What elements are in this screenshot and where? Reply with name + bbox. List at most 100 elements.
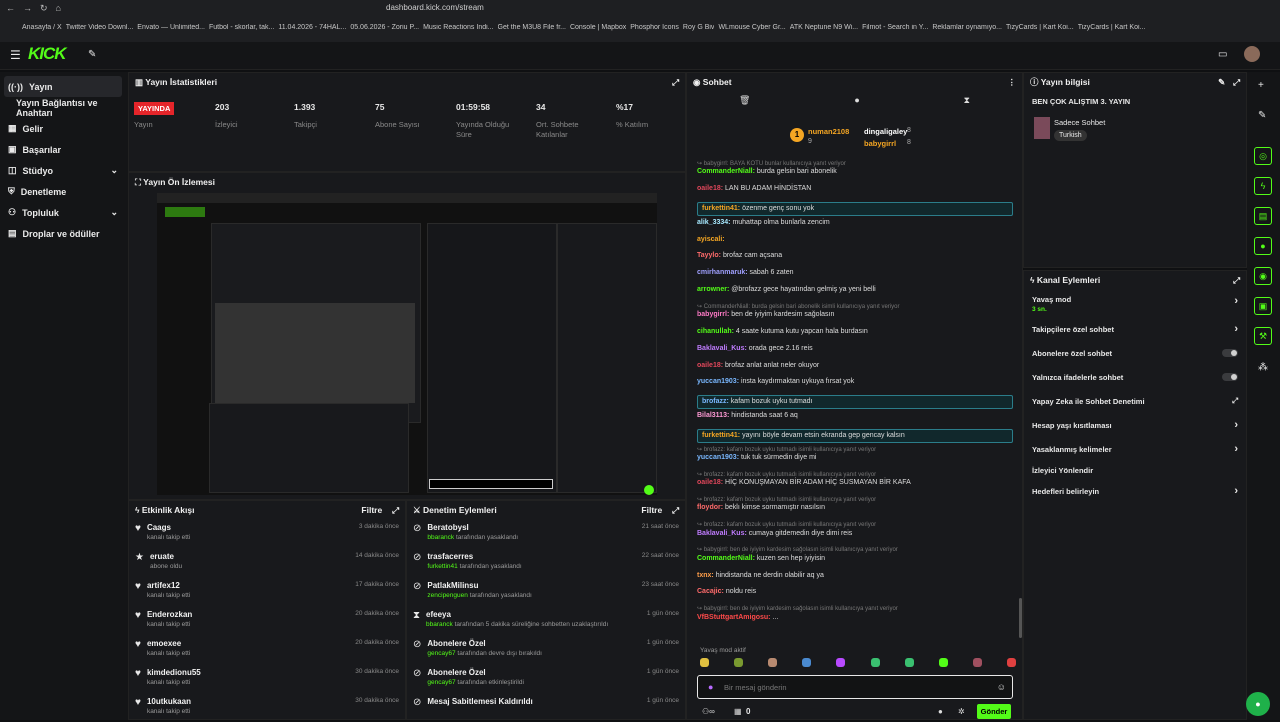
account-age-row[interactable]: Hesap yaşı kısıtlaması › <box>1024 413 1246 437</box>
chat-username[interactable]: furkettin41: <box>702 205 740 212</box>
bookmark-item[interactable]: Get the M3U8 File fr... <box>498 24 566 31</box>
bookmark-item[interactable]: Music Reactions Indi... <box>423 24 493 31</box>
chat-message[interactable]: oaile18: LAN BU ADAM HİNDİSTAN <box>697 185 811 192</box>
chat-username[interactable]: brofazz: <box>702 398 729 405</box>
chat-input[interactable]: Bir mesaj gönderin <box>724 683 787 692</box>
chat-username[interactable]: oaile18: <box>697 362 723 369</box>
moderation-target[interactable]: Beratobysl <box>427 523 518 532</box>
chat-username[interactable]: oaile18: <box>697 479 723 486</box>
chat-scrollbar[interactable] <box>1019 598 1022 638</box>
bookmark-item[interactable]: Phosphor Icons <box>630 24 679 31</box>
bookmark-item[interactable]: Filmot - Search in Y... <box>862 24 928 31</box>
chat-message[interactable]: yuccan1903: insta kaydırmaktan uykuya fı… <box>697 378 854 385</box>
rail-document-button[interactable]: ▤ <box>1254 207 1272 225</box>
nodes-icon[interactable]: ⁂ <box>1258 362 1268 373</box>
moderation-target[interactable]: Mesaj Sabitlemesi Kaldırıldı <box>427 697 532 706</box>
emote-icon[interactable] <box>904 658 914 667</box>
chat-message[interactable]: oaile18: brofaz anlat anlat neler okuyor <box>697 362 819 369</box>
chat-reply-context[interactable]: ↪ brofazz: kafam bozuk uyku tutmadı isim… <box>697 446 876 453</box>
address-bar[interactable]: dashboard.kick.com/stream <box>386 3 484 12</box>
gear-icon[interactable]: ✲ <box>958 707 965 716</box>
chat-username[interactable]: CommanderNiall: <box>697 168 755 175</box>
mic-icon[interactable]: ● <box>708 682 713 692</box>
bookmark-item[interactable]: TizyCards | Kart Koi... <box>1006 24 1074 31</box>
followers-only-row[interactable]: Takipçilere özel sohbet › <box>1024 317 1246 341</box>
activity-user[interactable]: eruate <box>150 552 182 561</box>
expand-icon[interactable]: ⤢ <box>392 505 399 515</box>
chat-reply-context[interactable]: ↪ brofazz: kafam bozuk uyku tutmadı isim… <box>697 496 876 503</box>
users-icon[interactable]: ⚇∞ <box>702 707 715 716</box>
expand-icon[interactable]: ⤢ <box>672 77 679 88</box>
reload-icon[interactable]: ↻ <box>40 3 48 14</box>
chat-reply-context[interactable]: ↪ babygirrl: BAYA KOTU bunlar kullanıcıy… <box>697 160 846 167</box>
stream-preview-video[interactable] <box>157 193 657 495</box>
activity-user[interactable]: Enderozkan <box>147 610 192 619</box>
filter-button[interactable]: Filtre <box>361 505 382 515</box>
chat-username[interactable]: VfBStuttgartAmigosu: <box>697 614 771 621</box>
moderation-actor[interactable]: furkettin41 <box>427 563 457 570</box>
chat-message[interactable]: txnx: hindistanda ne derdin olabilir aq … <box>697 572 824 579</box>
avatar[interactable] <box>1244 46 1260 62</box>
chat-username[interactable]: Tayylo: <box>697 252 721 259</box>
chat-message[interactable]: arrowner: @brofazz gece hayatından gelmi… <box>697 286 876 293</box>
rail-camera-button[interactable]: ◎ <box>1254 147 1272 165</box>
chat-message[interactable]: Tayylo: brofaz cam açsana <box>697 252 782 259</box>
chat-message[interactable]: Bilal3113: hindistanda saat 6 aq <box>697 412 798 419</box>
category-name[interactable]: Sadece Sohbet <box>1054 118 1105 127</box>
hourglass-icon[interactable]: ⧗ <box>964 95 970 106</box>
rail-tools-button[interactable]: ⚒ <box>1254 327 1272 345</box>
chat-message[interactable]: Baklavali_Kus: orada gece 2.16 reis <box>697 345 813 352</box>
chat-username[interactable]: arrowner: <box>697 286 729 293</box>
chat-reply-context[interactable]: ↪ babygirrl: ben de iyiyim kardesim sağo… <box>697 546 898 553</box>
moderation-target[interactable]: Abonelere Özel <box>427 668 524 677</box>
support-chat-icon[interactable]: ● <box>1246 692 1270 716</box>
tag-chip[interactable]: Turkish <box>1054 130 1087 141</box>
chat-username[interactable]: furkettin41: <box>702 432 740 439</box>
chat-username[interactable]: cmirhanmaruk: <box>697 269 748 276</box>
bookmark-item[interactable]: Console | Mapbox <box>570 24 626 31</box>
home-icon[interactable]: ⌂ <box>56 3 61 13</box>
send-button[interactable]: Gönder <box>977 704 1011 719</box>
activity-user[interactable]: Caags <box>147 523 190 532</box>
moderation-actor[interactable]: zencipenguen <box>427 592 467 599</box>
chat-username[interactable]: yuccan1903: <box>697 378 739 385</box>
moderation-actor[interactable]: gencay67 <box>427 650 455 657</box>
emote-icon[interactable] <box>870 658 880 667</box>
emoji-icon[interactable]: ☺ <box>997 682 1006 692</box>
bookmark-item[interactable]: Anasayfa / X <box>22 24 62 31</box>
banned-words-row[interactable]: Yasaklanmış kelimeler › <box>1024 437 1246 461</box>
expand-icon[interactable]: ⤢ <box>672 505 679 515</box>
chat-username[interactable]: oaile18: <box>697 185 723 192</box>
sidebar-item-stream-key[interactable]: Yayın Bağlantısı ve Anahtarı <box>0 97 128 118</box>
card-icon[interactable]: ▭ <box>1218 49 1227 60</box>
filter-button[interactable]: Filtre <box>641 505 662 515</box>
speech-icon[interactable]: ● <box>854 95 859 105</box>
ai-moderation-row[interactable]: Yapay Zeka ile Sohbet Denetimi ⤢ <box>1024 389 1246 413</box>
activity-user[interactable]: kimdedionu55 <box>147 668 201 677</box>
sidebar-item-revenue[interactable]: ▦ Gelir <box>0 118 128 139</box>
chat-username[interactable]: floydor: <box>697 504 723 511</box>
activity-user[interactable]: artifex12 <box>147 581 190 590</box>
chat-username[interactable]: ayiscali: <box>697 236 725 243</box>
bookmark-item[interactable]: ATK Neptune N9 Wi... <box>790 24 858 31</box>
trash-icon[interactable]: 🗑 <box>739 95 750 106</box>
chat-message[interactable]: yuccan1903: tuk tuk sürmedin diye mi <box>697 454 816 461</box>
rail-broadcast-button[interactable]: ◉ <box>1254 267 1272 285</box>
chat-message[interactable]: furkettin41: özenme genç sonu yok <box>697 202 1013 216</box>
rail-bolt-button[interactable]: ϟ <box>1254 177 1272 195</box>
chat-username[interactable]: Cacajic: <box>697 588 724 595</box>
chat-username[interactable]: CommanderNiall: <box>697 555 755 562</box>
expand-icon[interactable]: ⤢ <box>1233 275 1240 286</box>
chat-message[interactable]: furkettin41: yayını böyle devam etsin ek… <box>697 428 1013 443</box>
top-chatter-1[interactable]: numan2108 <box>808 127 849 136</box>
pin-icon[interactable]: ✎ <box>88 49 96 60</box>
chat-message[interactable]: floydor: beklı kimse sormamıştır nasılsı… <box>697 504 825 511</box>
sidebar-item-stream[interactable]: ((·)) Yayın <box>4 76 122 97</box>
bookmark-item[interactable]: Envato — Unlimited... <box>137 24 205 31</box>
sidebar-item-studio[interactable]: ◫ Stüdyo ⌄ <box>0 160 128 181</box>
chat-reply-context[interactable]: ↪ brofazz: kafam bozuk uyku tutmadı isim… <box>697 521 876 528</box>
emote-icon[interactable] <box>938 658 948 667</box>
bookmark-item[interactable]: Futbol - skorlar, tak... <box>209 24 274 31</box>
pencil-icon[interactable]: ✎ <box>1258 110 1266 121</box>
chat-username[interactable]: Baklavali_Kus: <box>697 530 747 537</box>
